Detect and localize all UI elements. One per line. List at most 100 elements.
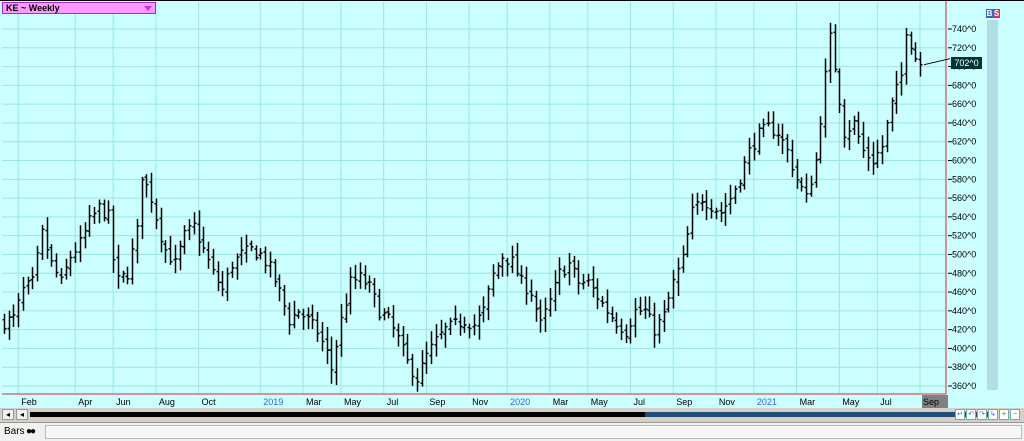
ohlc-bar	[410, 353, 415, 386]
x-tick-label: Sep	[429, 397, 445, 407]
ohlc-bar	[700, 194, 705, 212]
ohlc-bar	[396, 323, 401, 347]
y-tick-label: 420^0	[952, 325, 976, 335]
ohlc-bar	[728, 184, 733, 215]
scroll-left-end-button[interactable]: ◂	[2, 409, 14, 420]
ohlc-bar	[904, 27, 909, 85]
ohlc-bar	[714, 207, 719, 220]
ohlc-bar	[553, 270, 558, 312]
nav-last-icon[interactable]: ↳	[988, 409, 998, 420]
ohlc-bar	[605, 289, 610, 324]
ohlc-bar	[719, 202, 724, 223]
scroll-left-button[interactable]: ◂	[16, 409, 28, 420]
ohlc-bar	[899, 62, 904, 96]
bottom-toolbar: Bars ●●	[0, 422, 1024, 441]
y-tick-label: 440^0	[952, 306, 976, 316]
scroll-thumb[interactable]	[645, 412, 995, 417]
ohlc-bar	[709, 199, 714, 219]
ohlc-bar	[116, 244, 121, 289]
ohlc-bar	[429, 331, 434, 365]
ohlc-bar	[211, 248, 216, 275]
ohlc-bar	[64, 258, 69, 280]
ohlc-bar	[733, 185, 738, 204]
nav-first-icon[interactable]: ↵	[955, 409, 965, 420]
ohlc-bar	[45, 217, 50, 259]
ohlc-bar	[757, 123, 762, 155]
ohlc-bar	[401, 326, 406, 357]
ohlc-bar	[363, 265, 368, 290]
ohlc-bar	[367, 275, 372, 293]
ohlc-bar	[671, 269, 676, 309]
ohlc-bar	[600, 295, 605, 308]
ohlc-bar	[325, 326, 330, 365]
ohlc-bar	[310, 304, 315, 330]
ohlc-bar	[913, 42, 918, 62]
ohlc-bar	[894, 70, 899, 114]
ohlc-bar	[277, 274, 282, 302]
scale-strip	[987, 20, 998, 390]
ohlc-bar	[780, 123, 785, 155]
glasses-icon[interactable]: ●●	[26, 426, 36, 437]
ohlc-bar	[557, 257, 562, 295]
ohlc-bar	[149, 172, 154, 213]
x-tick-label: Jun	[116, 397, 131, 407]
ohlc-bar	[30, 267, 35, 290]
ohlc-bar	[481, 296, 486, 323]
ohlc-bar	[173, 244, 178, 274]
ohlc-bar	[111, 205, 116, 273]
ohlc-bar	[643, 296, 648, 319]
ohlc-bar	[92, 206, 97, 224]
ohlc-bar	[496, 262, 501, 280]
ohlc-bar	[534, 290, 539, 322]
ohlc-bar	[567, 252, 572, 286]
ohlc-bar	[861, 121, 866, 158]
price-chart: 740^0720^0700^0680^0660^0640^0620^0600^0…	[0, 1, 1024, 408]
ohlc-bar	[614, 312, 619, 334]
ohlc-bar	[263, 246, 268, 274]
y-tick-label: 460^0	[952, 287, 976, 297]
ohlc-bar	[647, 296, 652, 318]
nav-back-icon[interactable]: ↶	[966, 409, 976, 420]
time-scrollbar[interactable]: ◂ ◂ ↵ ↶ ↷ ↳ + −	[0, 408, 1024, 422]
symbol-selector[interactable]: KE ~ Weekly	[2, 2, 156, 14]
ohlc-bar	[49, 244, 54, 267]
ohlc-bar	[97, 199, 102, 224]
ohlc-bar	[329, 336, 334, 384]
zoom-out-icon[interactable]: −	[1010, 409, 1020, 420]
ohlc-bar	[249, 240, 254, 252]
y-tick-label: 400^0	[952, 343, 976, 353]
ohlc-bar	[320, 321, 325, 352]
ohlc-bar	[837, 68, 842, 114]
sell-badge[interactable]: S	[993, 9, 1000, 18]
ohlc-bar	[738, 179, 743, 193]
ohlc-bar	[652, 302, 657, 348]
ohlc-bar	[168, 235, 173, 265]
ohlc-bar	[106, 200, 111, 224]
ohlc-bar	[377, 288, 382, 321]
ohlc-bar	[847, 120, 852, 151]
zoom-in-icon[interactable]: +	[999, 409, 1009, 420]
y-tick-label: 660^0	[952, 99, 976, 109]
ohlc-bar	[747, 137, 752, 175]
x-tick-label: Mar	[306, 397, 322, 407]
y-tick-label: 740^0	[952, 24, 976, 34]
buy-badge[interactable]: B	[986, 9, 993, 18]
y-tick-label: 680^0	[952, 80, 976, 90]
x-tick-label: May	[344, 397, 362, 407]
chart-style-label[interactable]: Bars	[4, 426, 25, 437]
y-tick-label: 640^0	[952, 118, 976, 128]
x-tick-label: May	[842, 397, 860, 407]
tab-strip	[45, 425, 1022, 439]
y-tick-label: 620^0	[952, 137, 976, 147]
ohlc-bar	[562, 265, 567, 278]
nav-forward-icon[interactable]: ↷	[977, 409, 987, 420]
ohlc-bar	[880, 135, 885, 165]
ohlc-bar	[624, 324, 629, 344]
ohlc-bar	[206, 241, 211, 269]
x-tick-label: Sep	[676, 397, 692, 407]
x-tick-label: Nov	[472, 397, 489, 407]
chevron-down-icon[interactable]	[144, 6, 152, 11]
ohlc-bar	[524, 266, 529, 305]
ohlc-bar	[742, 156, 747, 190]
x-tick-label: Jul	[387, 397, 399, 407]
